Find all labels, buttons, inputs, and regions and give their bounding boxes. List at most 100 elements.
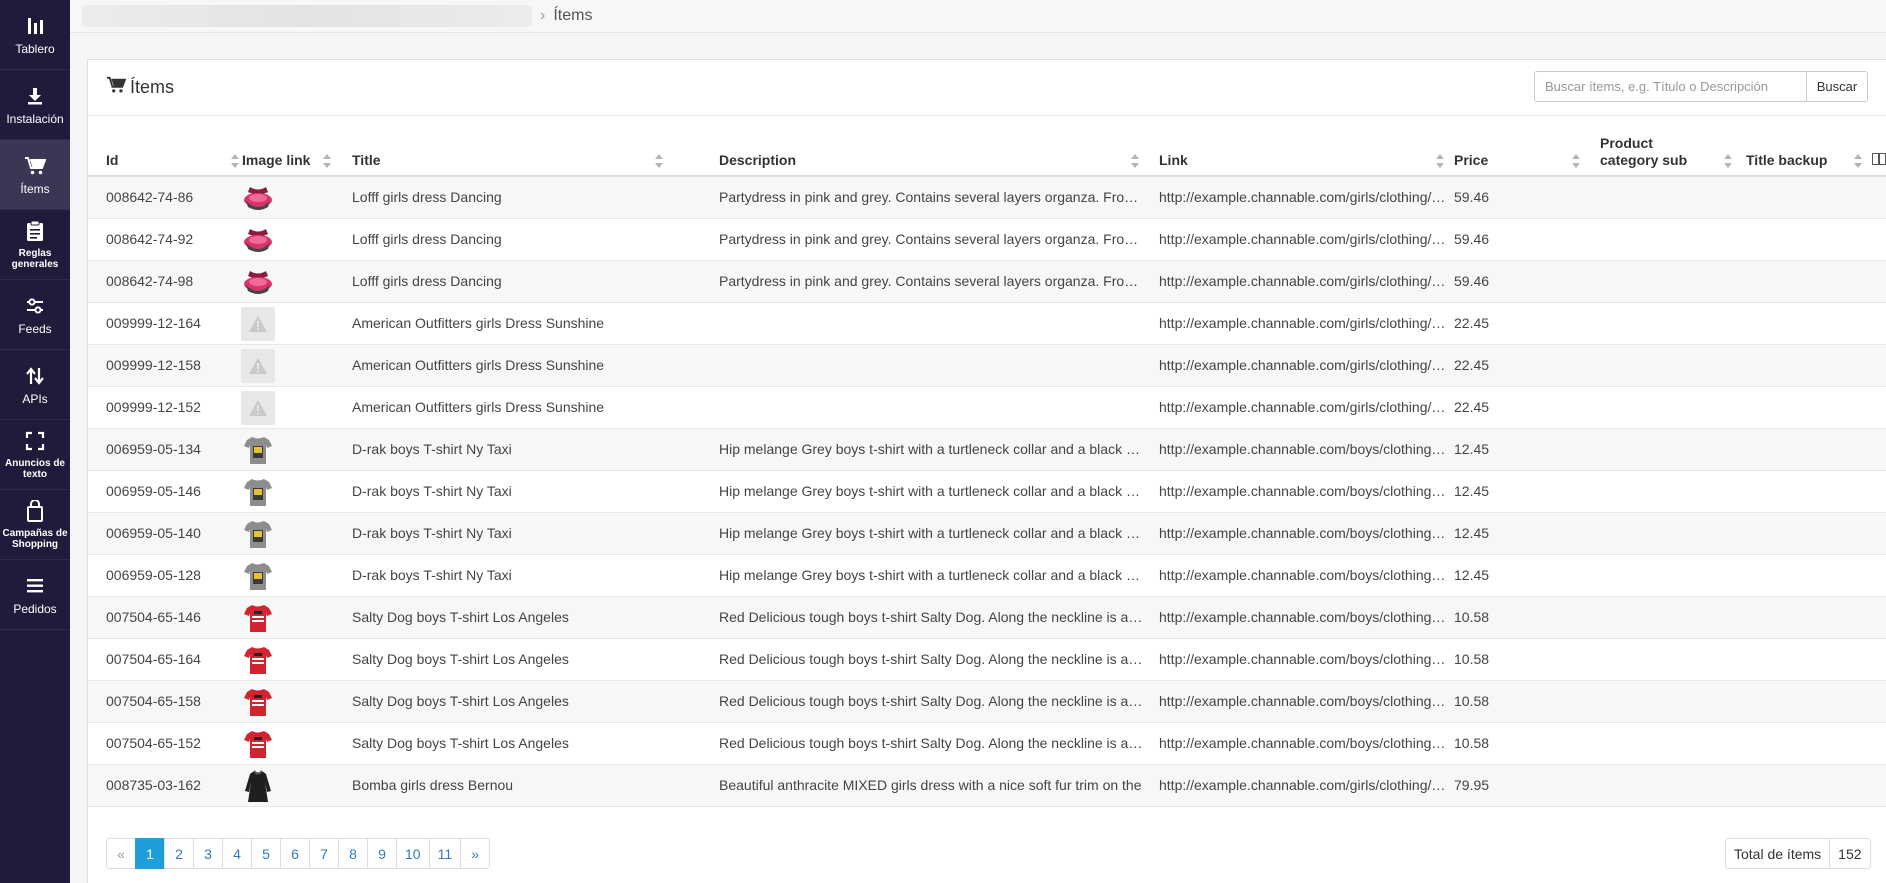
cell-id: 009999-12-164 (106, 315, 201, 331)
cell-title: Salty Dog boys T-shirt Los Angeles (352, 735, 569, 751)
warning-icon[interactable] (241, 391, 275, 425)
total-items-label: Total de ítems (1734, 845, 1822, 862)
black-dress-thumbnail[interactable] (241, 769, 275, 803)
table-row[interactable]: 009999-12-158 American Outfitters girls D… (88, 345, 1886, 387)
warning-icon[interactable] (241, 349, 275, 383)
pagination-prev[interactable]: « (106, 838, 136, 869)
breadcrumb-blurred-path[interactable] (82, 5, 532, 27)
column-header-title-backup[interactable]: Title backup (1746, 132, 1876, 177)
cell-link[interactable]: http://example.channable.com/girls/cloth… (1159, 303, 1446, 344)
cell-link[interactable]: http://example.channable.com/boys/clothi… (1159, 513, 1446, 554)
column-header-image-link[interactable]: Image link (242, 132, 342, 177)
pagination-page-8[interactable]: 8 (338, 838, 368, 869)
column-header-price[interactable]: Price (1454, 132, 1594, 177)
sidebar-item-label: Feeds (18, 322, 52, 336)
column-picker-icon[interactable] (1872, 153, 1886, 165)
red-tshirt-thumbnail[interactable] (241, 643, 275, 677)
red-tshirt-thumbnail[interactable] (241, 685, 275, 719)
pagination-page-9[interactable]: 9 (367, 838, 397, 869)
sidebar-item-instalacion[interactable]: Instalación (0, 70, 70, 140)
sidebar-item-pedidos[interactable]: Pedidos (0, 560, 70, 630)
table-row[interactable]: 008642-74-86 Lofff girls dress Dancing Par… (88, 177, 1886, 219)
cell-description: Hip melange Grey boys t-shirt with a tur… (719, 567, 1144, 583)
pagination-next[interactable]: » (460, 838, 491, 869)
pagination-page-5[interactable]: 5 (251, 838, 281, 869)
sort-icon[interactable] (231, 154, 239, 168)
cell-description: Partydress in pink and grey. Contains se… (719, 273, 1144, 289)
pagination-page-11[interactable]: 11 (428, 838, 462, 869)
sidebar-item-items[interactable]: Ítems (0, 140, 70, 210)
pagination-page-3[interactable]: 3 (193, 838, 223, 869)
cell-id: 007504-65-158 (106, 693, 201, 709)
column-header-id[interactable]: Id (106, 132, 239, 177)
pagination-page-2[interactable]: 2 (164, 838, 194, 869)
pagination-page-6[interactable]: 6 (280, 838, 310, 869)
sort-icon[interactable] (655, 154, 663, 168)
sidebar-item-apis[interactable]: APIs (0, 350, 70, 420)
cell-link[interactable]: http://example.channable.com/girls/cloth… (1159, 345, 1446, 386)
pink-dress-thumbnail[interactable] (241, 223, 275, 257)
sort-icon[interactable] (1436, 154, 1444, 168)
sidebar-item-campanas-de-shopping[interactable]: Campañas de Shopping (0, 490, 70, 560)
sidebar-item-feeds[interactable]: Feeds (0, 280, 70, 350)
column-header-title[interactable]: Title (352, 132, 672, 177)
pagination-page-1[interactable]: 1 (135, 838, 165, 869)
table-row[interactable]: 007504-65-164 Salty Dog boys T-shirt Los … (88, 639, 1886, 681)
grey-tshirt-thumbnail[interactable] (241, 475, 275, 509)
cell-link[interactable]: http://example.channable.com/boys/clothi… (1159, 597, 1446, 638)
table-row[interactable]: 009999-12-164 American Outfitters girls D… (88, 303, 1886, 345)
red-tshirt-thumbnail[interactable] (241, 601, 275, 635)
sort-icon[interactable] (1131, 154, 1139, 168)
column-header-product-category-sub[interactable]: Product category sub (1600, 132, 1740, 177)
cell-link[interactable]: http://example.channable.com/girls/cloth… (1159, 765, 1446, 806)
clipboard-icon (23, 219, 47, 243)
table-row[interactable]: 006959-05-140 D-rak boys T-shirt Ny Taxi H… (88, 513, 1886, 555)
cell-link[interactable]: http://example.channable.com/boys/clothi… (1159, 555, 1446, 596)
cell-title: Bomba girls dress Bernou (352, 777, 514, 793)
table-row[interactable]: 008642-74-92 Lofff girls dress Dancing Par… (88, 219, 1886, 261)
grey-tshirt-thumbnail[interactable] (241, 517, 275, 551)
table-row[interactable]: 007504-65-158 Salty Dog boys T-shirt Los … (88, 681, 1886, 723)
sort-icon[interactable] (1854, 154, 1862, 168)
cell-link[interactable]: http://example.channable.com/girls/cloth… (1159, 387, 1446, 428)
table-row[interactable]: 006959-05-146 D-rak boys T-shirt Ny Taxi H… (88, 471, 1886, 513)
table-row[interactable]: 006959-05-128 D-rak boys T-shirt Ny Taxi H… (88, 555, 1886, 597)
pagination-page-7[interactable]: 7 (309, 838, 339, 869)
sidebar-item-anuncios-de-texto[interactable]: Anuncios de texto (0, 420, 70, 490)
cell-price: 10.58 (1454, 735, 1490, 751)
pagination-page-10[interactable]: 10 (396, 838, 430, 869)
red-tshirt-thumbnail[interactable] (241, 727, 275, 761)
search-button[interactable]: Buscar (1806, 71, 1868, 102)
sort-icon[interactable] (1724, 154, 1732, 168)
table-row[interactable]: 008642-74-98 Lofff girls dress Dancing Par… (88, 261, 1886, 303)
cell-link[interactable]: http://example.channable.com/boys/clothi… (1159, 723, 1446, 764)
cell-description: Partydress in pink and grey. Contains se… (719, 231, 1144, 247)
table-row[interactable]: 006959-05-134 D-rak boys T-shirt Ny Taxi H… (88, 429, 1886, 471)
table-row[interactable]: 007504-65-146 Salty Dog boys T-shirt Los … (88, 597, 1886, 639)
pink-dress-thumbnail[interactable] (241, 181, 275, 215)
grey-tshirt-thumbnail[interactable] (241, 559, 275, 593)
cell-link[interactable]: http://example.channable.com/girls/cloth… (1159, 177, 1446, 218)
pink-dress-thumbnail[interactable] (241, 265, 275, 299)
warning-icon[interactable] (241, 307, 275, 341)
cell-link[interactable]: http://example.channable.com/boys/clothi… (1159, 639, 1446, 680)
items-panel: Ítems Buscar Id Image link Title Descrip… (87, 59, 1886, 883)
table-row[interactable]: 009999-12-152 American Outfitters girls D… (88, 387, 1886, 429)
column-header-description[interactable]: Description (719, 132, 1139, 177)
cell-title: Lofff girls dress Dancing (352, 189, 502, 205)
sort-icon[interactable] (1572, 154, 1580, 168)
cell-link[interactable]: http://example.channable.com/boys/clothi… (1159, 471, 1446, 512)
table-row[interactable]: 008735-03-162 Bomba girls dress Bernou Bea… (88, 765, 1886, 807)
search-input[interactable] (1534, 71, 1806, 102)
cell-link[interactable]: http://example.channable.com/girls/cloth… (1159, 261, 1446, 302)
cell-link[interactable]: http://example.channable.com/boys/clothi… (1159, 429, 1446, 470)
grey-tshirt-thumbnail[interactable] (241, 433, 275, 467)
sidebar-item-tablero[interactable]: Tablero (0, 0, 70, 70)
sort-icon[interactable] (323, 154, 331, 168)
column-header-link[interactable]: Link (1159, 132, 1459, 177)
cell-link[interactable]: http://example.channable.com/girls/cloth… (1159, 219, 1446, 260)
table-row[interactable]: 007504-65-152 Salty Dog boys T-shirt Los … (88, 723, 1886, 765)
sidebar-item-reglas-generales[interactable]: Reglas generales (0, 210, 70, 280)
cell-link[interactable]: http://example.channable.com/boys/clothi… (1159, 681, 1446, 722)
pagination-page-4[interactable]: 4 (222, 838, 252, 869)
